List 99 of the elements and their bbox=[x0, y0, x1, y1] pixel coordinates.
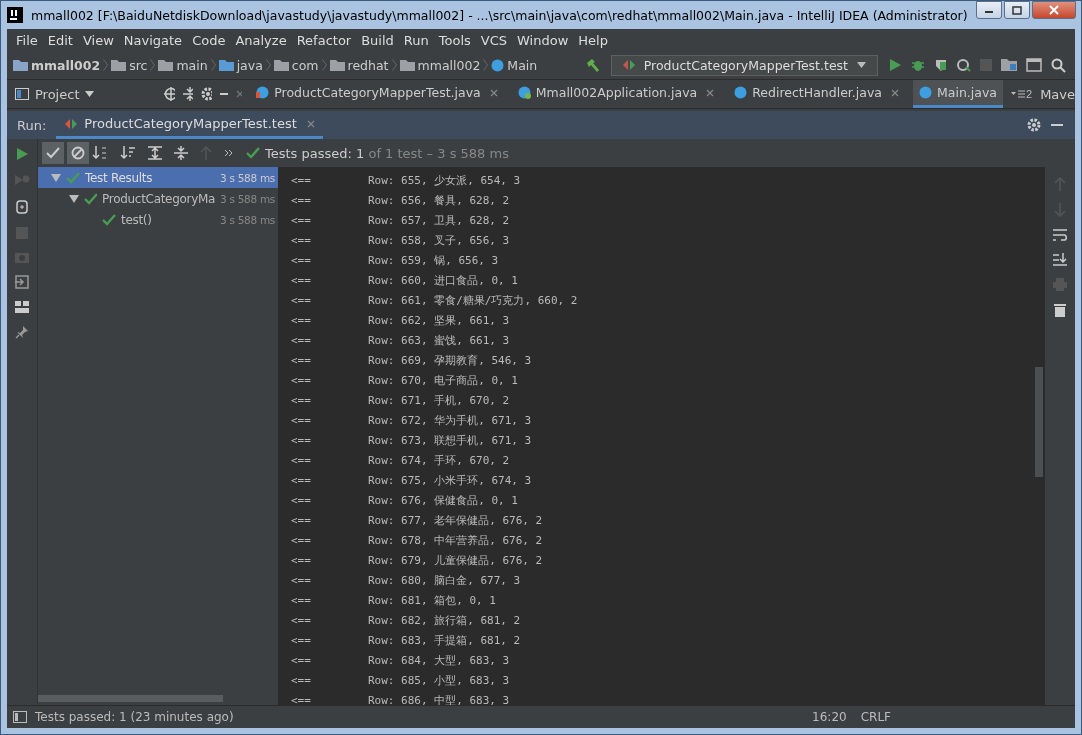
console-prefix: <== bbox=[290, 553, 312, 567]
menu-item[interactable]: Analyze bbox=[230, 32, 292, 48]
menu-item[interactable]: Build bbox=[356, 32, 399, 48]
console-line: Row: 685, 小型, 683, 3 bbox=[368, 672, 510, 688]
breadcrumb[interactable]: Main bbox=[507, 57, 538, 73]
breadcrumb[interactable]: mmall002 bbox=[417, 57, 481, 73]
line-separator[interactable]: CRLF bbox=[860, 710, 891, 724]
project-tool-button[interactable]: Project bbox=[13, 86, 97, 102]
tree-row[interactable]: ProductCategoryMa 3 s 588 ms bbox=[38, 188, 278, 209]
console-prefix: <== bbox=[290, 313, 312, 327]
tabs-overflow-button[interactable]: 2 bbox=[1011, 88, 1033, 100]
console-line: Row: 660, 进口食品, 0, 1 bbox=[368, 272, 518, 288]
breadcrumb[interactable]: src bbox=[129, 57, 148, 73]
breadcrumb[interactable]: com bbox=[291, 57, 319, 73]
tree-row[interactable]: test() 3 s 588 ms bbox=[38, 209, 278, 230]
tree-label: ProductCategoryMa bbox=[102, 191, 216, 206]
console-line: Row: 686, 中型, 683, 3 bbox=[368, 692, 510, 705]
console-line: Row: 670, 电子商品, 0, 1 bbox=[368, 372, 518, 388]
console-line: Row: 679, 儿童保健品, 676, 2 bbox=[368, 552, 543, 568]
console-prefix: <== bbox=[290, 573, 312, 587]
console-line: Row: 673, 联想手机, 671, 3 bbox=[368, 432, 532, 448]
console-line: Row: 658, 叉子, 656, 3 bbox=[368, 232, 510, 248]
menu-item[interactable]: Edit bbox=[42, 32, 78, 48]
console-prefix: <== bbox=[290, 253, 312, 267]
run-config-dropdown[interactable]: ProductCategoryMapperTest.test bbox=[610, 54, 878, 76]
test-duration: 3 s 588 ms bbox=[220, 213, 276, 226]
console-prefix: <== bbox=[290, 193, 312, 207]
console-line: Row: 663, 蜜饯, 661, 3 bbox=[368, 332, 510, 348]
console-prefix: <== bbox=[290, 433, 312, 447]
console-line: Row: 656, 餐具, 628, 2 bbox=[368, 192, 510, 208]
test-summary: Tests passed: 1 of 1 test – 3 s 588 ms bbox=[265, 145, 509, 161]
breadcrumb[interactable]: java bbox=[236, 57, 263, 73]
console-line: Row: 657, 卫具, 628, 2 bbox=[368, 212, 510, 228]
console-prefix: <== bbox=[290, 293, 312, 307]
run-label: Run: bbox=[17, 117, 47, 133]
tree-label: test() bbox=[121, 212, 153, 227]
console-line: Row: 669, 孕期教育, 546, 3 bbox=[368, 352, 532, 368]
breadcrumb[interactable]: main bbox=[176, 57, 208, 73]
console-prefix: <== bbox=[290, 593, 312, 607]
console-prefix: <== bbox=[290, 173, 312, 187]
console-line: Row: 680, 脑白金, 677, 3 bbox=[368, 572, 521, 588]
test-duration: 3 s 588 ms bbox=[220, 192, 276, 205]
console-prefix: <== bbox=[290, 453, 312, 467]
console-prefix: <== bbox=[290, 493, 312, 507]
breadcrumb[interactable]: redhat bbox=[347, 57, 389, 73]
console-prefix: <== bbox=[290, 533, 312, 547]
test-duration: 3 s 588 ms bbox=[220, 171, 276, 184]
menu-item[interactable]: Refactor bbox=[291, 32, 357, 48]
console-prefix: <== bbox=[290, 273, 312, 287]
console-prefix: <== bbox=[290, 633, 312, 647]
menu-item[interactable]: Help bbox=[573, 32, 613, 48]
console-prefix: <== bbox=[290, 693, 312, 705]
console-line: Row: 683, 手提箱, 681, 2 bbox=[368, 632, 521, 648]
editor-tab[interactable]: Main.java bbox=[913, 80, 1003, 108]
console-line: Row: 661, 零食/糖果/巧克力, 660, 2 bbox=[368, 292, 578, 308]
console-line: Row: 671, 手机, 670, 2 bbox=[368, 392, 510, 408]
caret-position[interactable]: 16:20 bbox=[812, 710, 847, 724]
console-prefix: <== bbox=[290, 393, 312, 407]
console-prefix: <== bbox=[290, 613, 312, 627]
menu-item[interactable]: Navigate bbox=[118, 32, 188, 48]
menu-item[interactable]: Run bbox=[398, 32, 434, 48]
editor-tab[interactable]: RedirectHandler.java bbox=[728, 80, 905, 108]
console-line: Row: 682, 旅行箱, 681, 2 bbox=[368, 612, 521, 628]
console-prefix: <== bbox=[290, 233, 312, 247]
tree-label: Test Results bbox=[85, 170, 154, 185]
console-prefix: <== bbox=[290, 213, 312, 227]
console-line: Row: 672, 华为手机, 671, 3 bbox=[368, 412, 532, 428]
console-line: Row: 676, 保健食品, 0, 1 bbox=[368, 492, 518, 508]
console-prefix: <== bbox=[290, 513, 312, 527]
editor-tab[interactable]: Mmall002Application.java bbox=[511, 80, 721, 108]
menu-item[interactable]: VCS bbox=[475, 32, 513, 48]
window-title: mmall002 [F:\BaiduNetdiskDownload\javastudy\javastudy\mmall002] - ...\src\main\java\com\redhat\mmall002\Main.java - IntelliJ IDEA (Administrator) bbox=[31, 7, 968, 23]
tool-window-label[interactable]: Mave bbox=[1040, 86, 1075, 102]
console-prefix: <== bbox=[290, 353, 312, 367]
breadcrumb[interactable]: mmall002 bbox=[31, 57, 101, 73]
console-prefix: <== bbox=[290, 653, 312, 667]
console-line: Row: 675, 小米手环, 674, 3 bbox=[368, 472, 532, 488]
console-line: Row: 662, 坚果, 661, 3 bbox=[368, 312, 510, 328]
console-line: Row: 659, 锅, 656, 3 bbox=[368, 252, 499, 268]
console-prefix: <== bbox=[290, 413, 312, 427]
menu-item[interactable]: Window bbox=[512, 32, 574, 48]
console-line: Row: 655, 少女派, 654, 3 bbox=[368, 172, 521, 188]
console-prefix: <== bbox=[290, 373, 312, 387]
console-prefix: <== bbox=[290, 333, 312, 347]
console-line: Row: 677, 老年保健品, 676, 2 bbox=[368, 512, 543, 528]
menu-item[interactable]: Code bbox=[187, 32, 231, 48]
console-line: Row: 681, 箱包, 0, 1 bbox=[368, 592, 496, 608]
run-tab[interactable]: ProductCategoryMapperTest.test bbox=[56, 111, 323, 139]
menu-item[interactable]: File bbox=[11, 32, 43, 48]
console-line: Row: 674, 手环, 670, 2 bbox=[368, 452, 510, 468]
menu-item[interactable]: Tools bbox=[433, 32, 476, 48]
console-line: Row: 678, 中年营养品, 676, 2 bbox=[368, 532, 543, 548]
status-message: Tests passed: 1 (23 minutes ago) bbox=[35, 710, 234, 724]
console-prefix: <== bbox=[290, 673, 312, 687]
console-prefix: <== bbox=[290, 473, 312, 487]
editor-tab[interactable]: ProductCategoryMapperTest.java bbox=[250, 80, 504, 108]
console-line: Row: 684, 大型, 683, 3 bbox=[368, 652, 510, 668]
tree-row[interactable]: Test Results 3 s 588 ms bbox=[38, 167, 278, 188]
menu-item[interactable]: View bbox=[77, 32, 119, 48]
